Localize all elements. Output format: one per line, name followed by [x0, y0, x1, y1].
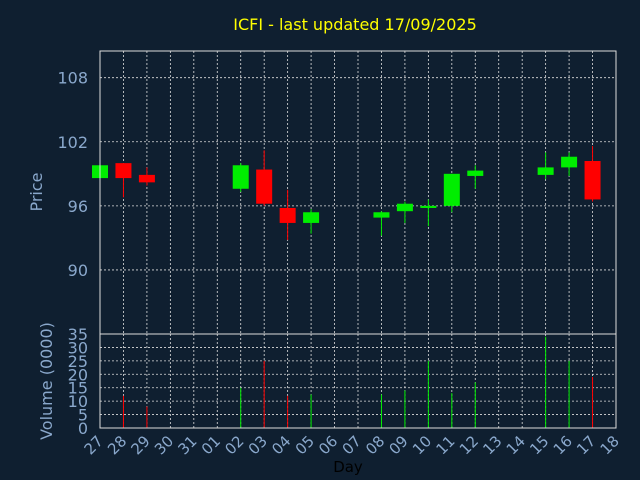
- price-tick-label: 108: [57, 69, 88, 88]
- candle-body: [443, 173, 460, 206]
- stock-chart: ICFI - last updated 17/09/2025 Price Vol…: [0, 0, 640, 480]
- chart-root: ICFI - last updated 17/09/2025 Price Vol…: [0, 0, 640, 480]
- candle-body: [303, 212, 320, 223]
- candle-body: [584, 160, 601, 200]
- candle-body: [537, 167, 554, 175]
- candle-body: [420, 205, 437, 208]
- volume-axis-label: Volume (0000): [37, 322, 56, 440]
- candle-body: [279, 207, 296, 223]
- candle-body: [256, 169, 273, 204]
- candle-body: [373, 212, 390, 218]
- price-tick-label: 90: [68, 261, 88, 280]
- candle-body: [396, 203, 413, 212]
- volume-tick-label: 35: [68, 325, 88, 344]
- day-tick-labels: 2728293031010203040506070809101112131415…: [81, 432, 623, 458]
- price-tick-label: 96: [68, 197, 88, 216]
- candle-body: [467, 170, 484, 176]
- price-tick-label: 102: [57, 133, 88, 152]
- price-axis-label: Price: [27, 172, 46, 211]
- candle-body: [138, 174, 155, 183]
- candle-body: [561, 156, 578, 168]
- chart-background: [0, 0, 640, 480]
- day-axis-label: Day: [333, 458, 363, 476]
- candle-body: [115, 163, 132, 179]
- chart-title: ICFI - last updated 17/09/2025: [233, 15, 477, 34]
- candle-body: [232, 165, 249, 189]
